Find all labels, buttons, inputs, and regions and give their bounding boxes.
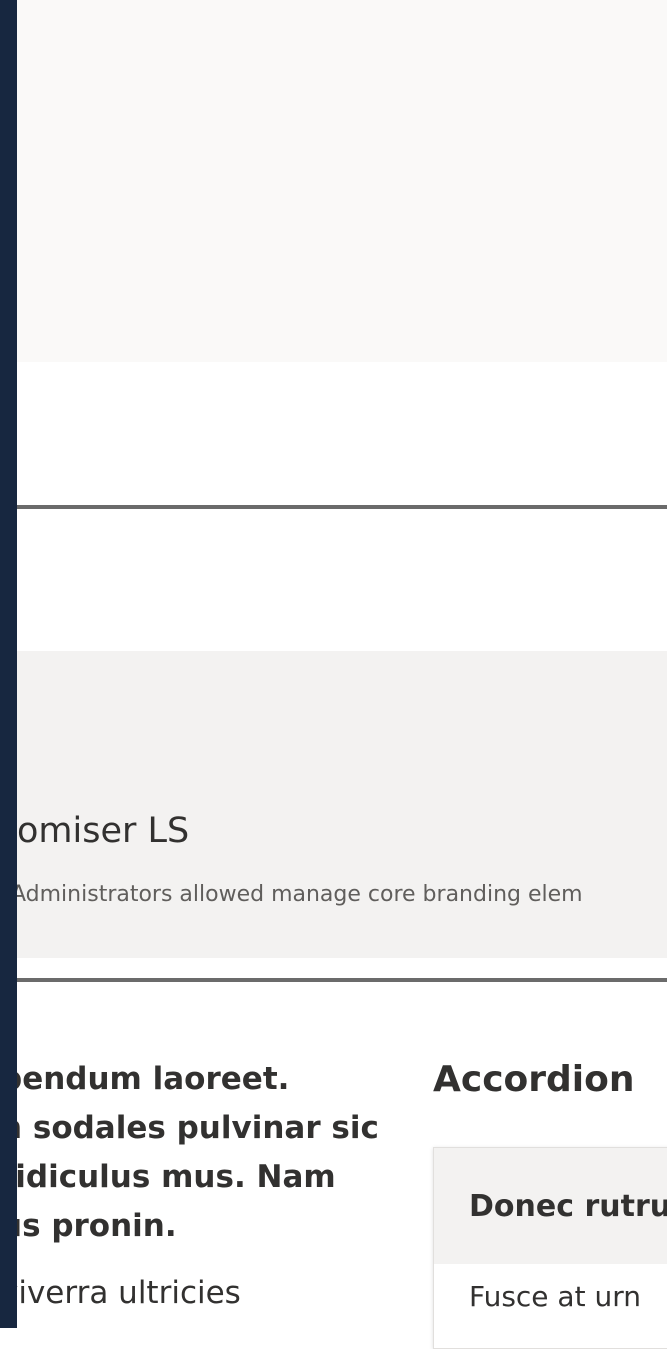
section-divider xyxy=(17,505,667,509)
hero-section xyxy=(17,0,667,362)
body-text-line: ridiculus mus. Nam xyxy=(0,1159,336,1195)
accordion-heading: Accordion xyxy=(433,1059,635,1100)
body-text-line: viverra ultricies xyxy=(0,1275,241,1311)
accordion-item-header[interactable]: Donec rutru xyxy=(434,1148,667,1264)
customiser-banner xyxy=(17,651,667,958)
body-text-line: pendum laoreet. xyxy=(0,1061,290,1097)
body-text-line: us pronin. xyxy=(0,1208,177,1244)
banner-description: Administrators allowed manage core brand… xyxy=(11,882,583,907)
banner-title: omiser LS xyxy=(17,811,190,851)
accordion-item-title: Donec rutru xyxy=(469,1188,667,1224)
section-divider xyxy=(17,978,667,982)
left-navigation-rail xyxy=(0,0,17,1328)
body-text-column: pendum laoreet. n sodales pulvinar sic r… xyxy=(0,1055,395,1318)
accordion-item: Donec rutru Fusce at urn xyxy=(433,1147,667,1349)
accordion-item-body: Fusce at urn xyxy=(469,1280,641,1313)
body-text-line: n sodales pulvinar sic xyxy=(0,1110,379,1146)
